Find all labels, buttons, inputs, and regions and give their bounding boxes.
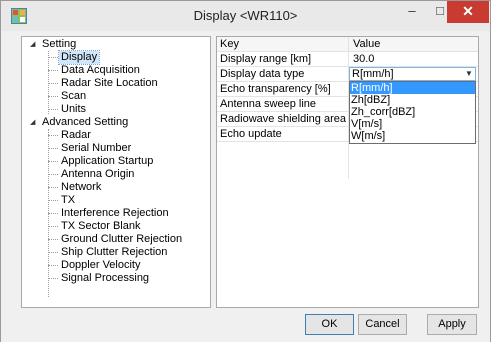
tree-connector [48, 252, 58, 253]
tree-node-application-startup[interactable]: Application Startup [61, 155, 153, 168]
apply-button[interactable]: Apply [427, 314, 477, 335]
tree-connector [48, 70, 58, 71]
expand-arrow-icon[interactable]: ◢ [30, 38, 38, 51]
combo-selected-value: R[mm/h] [352, 68, 394, 80]
dropdown-option-r[interactable]: R[mm/h] [350, 82, 475, 94]
tree-node-ground-clutter-rejection[interactable]: Ground Clutter Rejection [61, 233, 182, 246]
dropdown-option-w[interactable]: W[m/s] [350, 130, 475, 142]
row-key-radiowave-shielding-area[interactable]: Radiowave shielding area [220, 112, 346, 126]
tree-connector [48, 161, 58, 162]
tree-node-tx[interactable]: TX [61, 194, 75, 207]
column-header-value[interactable]: Value [348, 37, 478, 51]
tree-connector [48, 174, 58, 175]
tree-node-ship-clutter-rejection[interactable]: Ship Clutter Rejection [61, 246, 167, 259]
tree-node-signal-processing[interactable]: Signal Processing [61, 272, 149, 285]
row-key-display-range[interactable]: Display range [km] [220, 52, 346, 66]
close-button[interactable]: ✕ [447, 1, 489, 23]
row-key-echo-update[interactable]: Echo update [220, 127, 346, 141]
column-header-key[interactable]: Key [217, 37, 348, 51]
property-grid[interactable]: Key Value Display range [km] 30.0 Displa… [216, 36, 479, 308]
tree-connector [48, 239, 58, 240]
row-key-antenna-sweep-line[interactable]: Antenna sweep line [220, 97, 346, 111]
display-data-type-select[interactable]: R[mm/h] ▼ [349, 67, 476, 81]
display-data-type-dropdown[interactable]: R[mm/h] Zh[dBZ] Zh_corr[dBZ] V[m/s] W[m/… [349, 81, 476, 144]
tree-node-scan[interactable]: Scan [61, 90, 86, 103]
row-key-echo-transparency[interactable]: Echo transparency [%] [220, 82, 346, 96]
tree-connector [48, 57, 58, 58]
tree-node-serial-number[interactable]: Serial Number [61, 142, 131, 155]
tree-node-tx-sector-blank[interactable]: TX Sector Blank [61, 220, 140, 233]
tree-node-setting[interactable]: Setting [42, 38, 76, 51]
expand-arrow-icon[interactable]: ◢ [30, 116, 38, 129]
tree-connector [48, 96, 58, 97]
settings-dialog: Display <WR110> – □ ✕ ◢ Setting Display … [0, 0, 491, 342]
tree-connector [48, 278, 58, 279]
tree-node-radar-site-location[interactable]: Radar Site Location [61, 77, 158, 90]
tree-connector [48, 213, 58, 214]
tree-node-data-acquisition[interactable]: Data Acquisition [61, 64, 140, 77]
settings-tree[interactable]: ◢ Setting Display Data Acquisition Radar… [21, 36, 211, 308]
tree-node-radar[interactable]: Radar [61, 129, 91, 142]
tree-node-advanced-setting[interactable]: Advanced Setting [42, 116, 128, 129]
cancel-button[interactable]: Cancel [358, 314, 407, 335]
title-bar[interactable]: Display <WR110> – □ ✕ [1, 1, 490, 31]
tree-connector [48, 226, 58, 227]
tree-connector [48, 187, 58, 188]
chevron-down-icon[interactable]: ▼ [463, 68, 475, 80]
dropdown-option-zh[interactable]: Zh[dBZ] [350, 94, 475, 106]
tree-connector [48, 200, 58, 201]
tree-connector [48, 265, 58, 266]
ok-button[interactable]: OK [305, 314, 354, 335]
minimize-button[interactable]: – [397, 1, 427, 23]
tree-connector [48, 135, 58, 136]
tree-connector [48, 148, 58, 149]
tree-connector [48, 83, 58, 84]
tree-node-display[interactable]: Display [57, 50, 101, 65]
tree-node-interference-rejection[interactable]: Interference Rejection [61, 207, 169, 220]
dropdown-option-v[interactable]: V[m/s] [350, 118, 475, 130]
tree-node-doppler-velocity[interactable]: Doppler Velocity [61, 259, 141, 272]
row-value-display-range[interactable]: 30.0 [353, 52, 473, 66]
row-key-display-data-type[interactable]: Display data type [220, 67, 346, 81]
tree-node-units[interactable]: Units [61, 103, 86, 116]
dropdown-option-zh-corr[interactable]: Zh_corr[dBZ] [350, 106, 475, 118]
tree-node-network[interactable]: Network [61, 181, 101, 194]
dialog-footer: OK Cancel Apply [1, 309, 490, 342]
tree-node-antenna-origin[interactable]: Antenna Origin [61, 168, 134, 181]
tree-connector [48, 109, 58, 110]
